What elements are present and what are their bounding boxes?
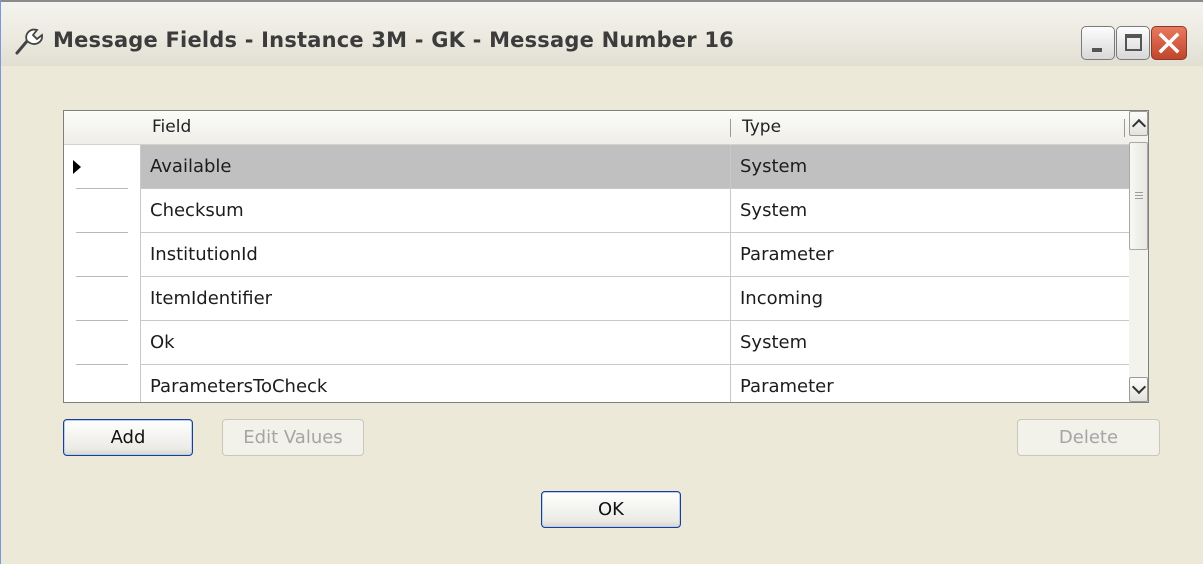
- type-cell[interactable]: System: [730, 321, 1130, 365]
- scroll-down-button[interactable]: [1129, 377, 1148, 402]
- ok-button[interactable]: OK: [541, 491, 681, 528]
- grip-line: [1135, 195, 1143, 196]
- type-cell[interactable]: System: [730, 145, 1130, 189]
- scroll-thumb[interactable]: [1129, 142, 1148, 250]
- field-cell[interactable]: InstitutionId: [140, 233, 730, 277]
- chevron-up-icon: [1131, 118, 1147, 134]
- message-fields-window: Message Fields - Instance 3M - GK - Mess…: [0, 0, 1203, 564]
- row-selector[interactable]: [64, 189, 140, 233]
- column-separator[interactable]: [1124, 119, 1125, 137]
- maximize-button[interactable]: [1116, 26, 1150, 60]
- row-selector[interactable]: [64, 321, 140, 365]
- vertical-scrollbar[interactable]: [1129, 111, 1148, 402]
- grid-row-itemidentifier[interactable]: ItemIdentifier Incoming: [64, 277, 1130, 321]
- type-cell[interactable]: Parameter: [730, 365, 1130, 402]
- scroll-up-button[interactable]: [1129, 111, 1148, 136]
- close-icon: [1158, 32, 1180, 54]
- edit-values-button[interactable]: Edit Values: [222, 419, 364, 456]
- minimize-icon: [1092, 48, 1102, 52]
- row-selector[interactable]: [64, 145, 140, 189]
- chevron-down-icon: [1131, 379, 1147, 395]
- tools-icon: [15, 28, 43, 55]
- field-cell[interactable]: Checksum: [140, 189, 730, 233]
- fields-grid[interactable]: Field Type Available System Checksum Sys…: [63, 110, 1149, 403]
- title-bar[interactable]: Message Fields - Instance 3M - GK - Mess…: [1, 0, 1203, 66]
- row-selector[interactable]: [64, 233, 140, 277]
- window-title: Message Fields - Instance 3M - GK - Mess…: [53, 28, 734, 52]
- grip-line: [1135, 192, 1143, 193]
- current-row-arrow-icon: [73, 160, 81, 174]
- maximize-icon: [1125, 34, 1142, 51]
- field-cell[interactable]: ParametersToCheck: [140, 365, 730, 402]
- grid-header: Field Type: [64, 111, 1130, 145]
- column-header-type[interactable]: Type: [730, 111, 1125, 144]
- row-selector[interactable]: [64, 277, 140, 321]
- grid-row-available[interactable]: Available System: [64, 145, 1130, 189]
- row-selector[interactable]: [64, 365, 140, 402]
- delete-button[interactable]: Delete: [1017, 419, 1160, 456]
- grid-row-institutionid[interactable]: InstitutionId Parameter: [64, 233, 1130, 277]
- field-cell[interactable]: ItemIdentifier: [140, 277, 730, 321]
- close-button[interactable]: [1151, 26, 1187, 60]
- type-cell[interactable]: Incoming: [730, 277, 1130, 321]
- grid-row-checksum[interactable]: Checksum System: [64, 189, 1130, 233]
- field-cell[interactable]: Available: [140, 145, 730, 189]
- type-cell[interactable]: Parameter: [730, 233, 1130, 277]
- field-cell[interactable]: Ok: [140, 321, 730, 365]
- minimize-button[interactable]: [1081, 26, 1115, 60]
- type-cell[interactable]: System: [730, 189, 1130, 233]
- column-header-field[interactable]: Field: [140, 111, 730, 144]
- grid-row-ok[interactable]: Ok System: [64, 321, 1130, 365]
- grid-row-parameterstocheck[interactable]: ParametersToCheck Parameter: [64, 365, 1130, 402]
- grip-line: [1135, 198, 1143, 199]
- add-button[interactable]: Add: [63, 419, 193, 456]
